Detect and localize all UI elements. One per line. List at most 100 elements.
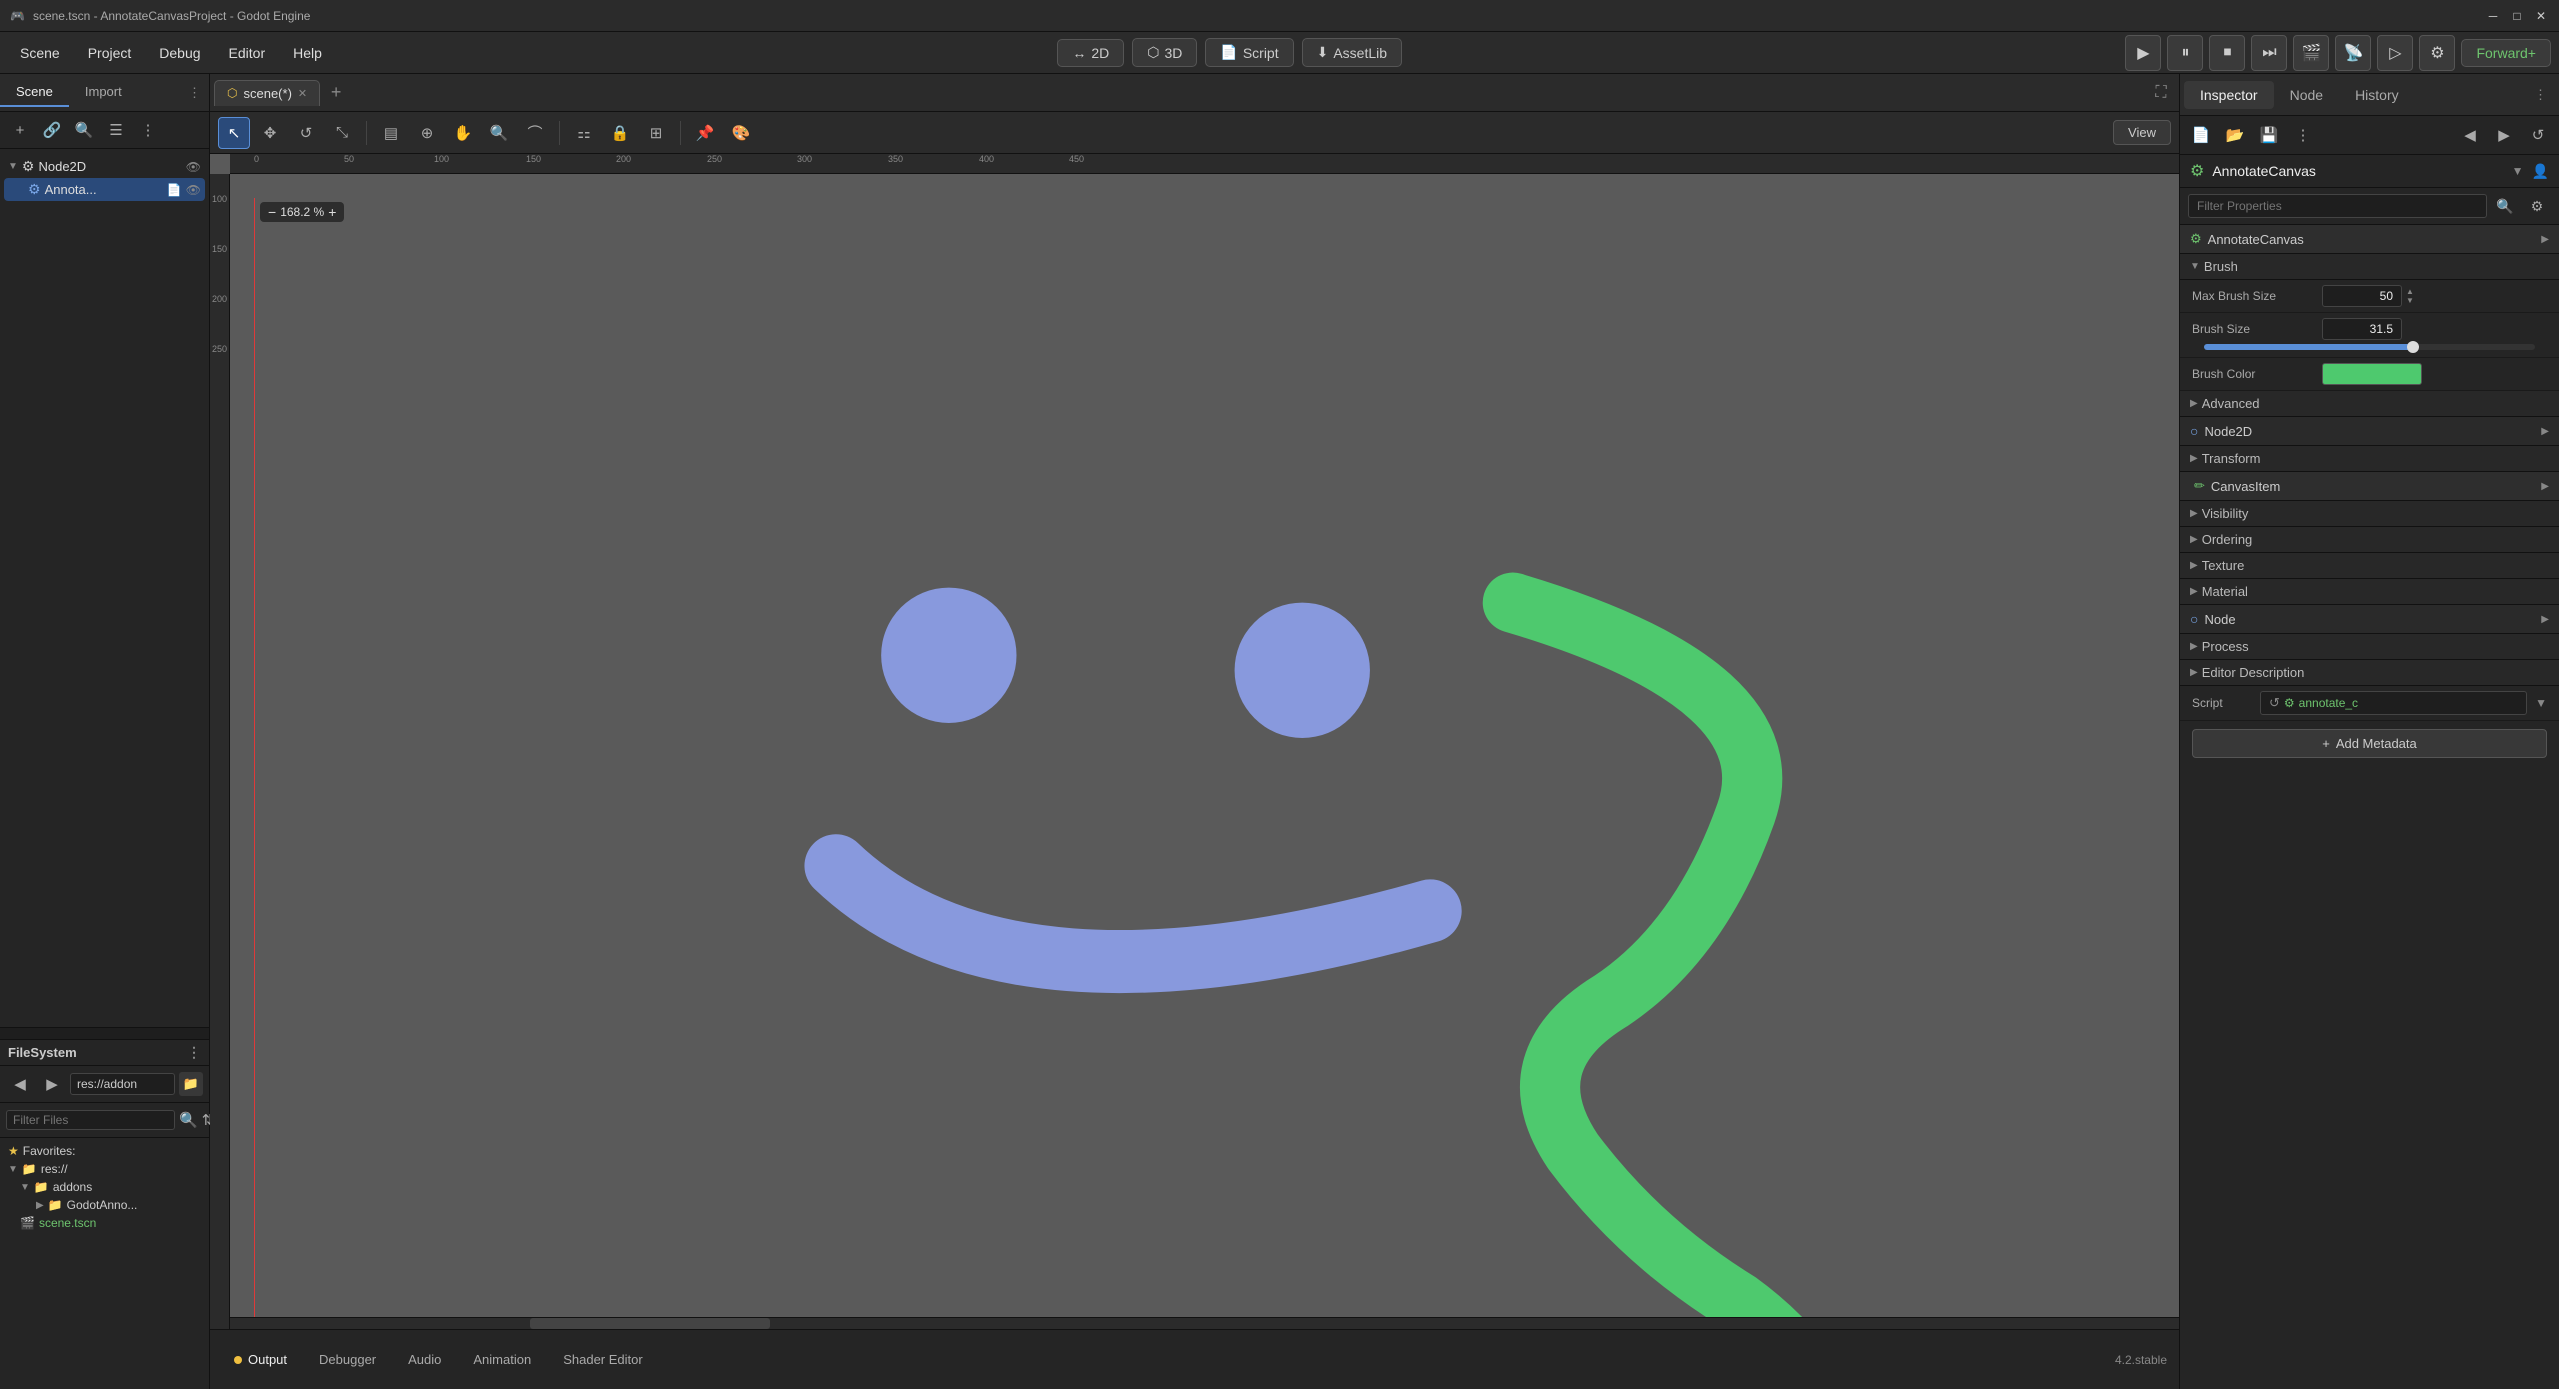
tool-snap-settings[interactable]: ⚏ xyxy=(568,117,600,149)
brush-color-swatch[interactable] xyxy=(2322,363,2422,385)
script-reload-btn[interactable]: ↺ xyxy=(2269,695,2280,711)
movie-btn[interactable]: 🎬 xyxy=(2293,35,2329,71)
fs-res[interactable]: ▼ 📁 res:// xyxy=(4,1160,205,1178)
tab-scene[interactable]: Scene xyxy=(0,78,69,107)
node-user-icon[interactable]: 👤 xyxy=(2532,163,2549,180)
zoom-out-btn[interactable]: − xyxy=(268,204,276,220)
tool-hand[interactable]: ✋ xyxy=(447,117,479,149)
canvas-tab-scene[interactable]: ⬡ scene(*) ✕ xyxy=(214,80,320,106)
close-btn[interactable]: ✕ xyxy=(2533,8,2549,24)
fs-forward-btn[interactable]: ▶ xyxy=(38,1070,66,1098)
canvas-fullscreen-btn[interactable]: ⛶ xyxy=(2147,79,2175,107)
inspector-forward-btn[interactable]: ▶ xyxy=(2489,120,2519,150)
fs-filter-input[interactable] xyxy=(6,1110,175,1130)
texture-section-header[interactable]: ▶ Texture xyxy=(2180,553,2559,579)
max-brush-size-input[interactable] xyxy=(2322,285,2402,307)
tool-select[interactable]: ↖ xyxy=(218,117,250,149)
filter-settings-btn[interactable]: ⚙ xyxy=(2523,192,2551,220)
run-current-btn[interactable]: ▷ xyxy=(2377,35,2413,71)
mode-2d-btn[interactable]: ↔ 2D xyxy=(1057,39,1124,67)
fs-addons[interactable]: ▼ 📁 addons xyxy=(4,1178,205,1196)
mode-3d-btn[interactable]: ⬡ 3D xyxy=(1132,38,1197,67)
play-btn[interactable]: ▶ xyxy=(2125,35,2161,71)
scene-panel-menu[interactable]: ⋮ xyxy=(180,79,209,107)
canvas-view[interactable]: 0 50 100 150 200 250 300 350 400 450 100… xyxy=(210,154,2179,1329)
zoom-in-btn[interactable]: + xyxy=(328,204,336,220)
spinner-down[interactable]: ▼ xyxy=(2406,297,2414,305)
brush-section-header[interactable]: ▼ Brush xyxy=(2180,254,2559,280)
canvas-tab-close[interactable]: ✕ xyxy=(298,87,307,100)
menu-debug[interactable]: Debug xyxy=(147,41,212,65)
tab-node[interactable]: Node xyxy=(2274,81,2339,109)
inspector-open-resource-btn[interactable]: 📂 xyxy=(2220,120,2250,150)
visibility-section-header[interactable]: ▶ Visibility xyxy=(2180,501,2559,527)
tree-item-node2d[interactable]: ▼ ⚙ Node2D 👁 xyxy=(4,155,205,178)
remote-debug-btn[interactable]: 📡 xyxy=(2335,35,2371,71)
view-btn[interactable]: View xyxy=(2113,120,2171,145)
pause-btn[interactable]: ⏸ xyxy=(2167,35,2203,71)
brush-size-slider[interactable] xyxy=(2204,344,2535,350)
tab-debugger[interactable]: Debugger xyxy=(307,1347,388,1372)
tool-zoom[interactable]: 🔍 xyxy=(483,117,515,149)
script-icon[interactable]: 📄 xyxy=(167,183,182,197)
tool-rotate[interactable]: ↺ xyxy=(290,117,322,149)
tool-move-all[interactable]: ✥ xyxy=(254,117,286,149)
mode-assetlib-btn[interactable]: ⬇ AssetLib xyxy=(1302,38,1402,67)
add-node-btn[interactable]: + xyxy=(6,116,34,144)
node2d-eye-icon[interactable]: 👁 xyxy=(186,160,201,174)
process-section-header[interactable]: ▶ Process xyxy=(2180,634,2559,660)
search-scene-btn[interactable]: 🔍 xyxy=(70,116,98,144)
tab-shader-editor[interactable]: Shader Editor xyxy=(551,1347,655,1372)
menu-editor[interactable]: Editor xyxy=(217,41,278,65)
tab-inspector[interactable]: Inspector xyxy=(2184,81,2274,109)
link-node-btn[interactable]: 🔗 xyxy=(38,116,66,144)
step-btn[interactable]: ⏭ xyxy=(2251,35,2287,71)
tool-anchor[interactable]: ⊕ xyxy=(411,117,443,149)
fs-search-btn[interactable]: 🔍 xyxy=(179,1106,198,1134)
annotate-canvas-section-header[interactable]: ⚙ AnnotateCanvas ▶ xyxy=(2180,225,2559,254)
inspector-more-btn[interactable]: ⋮ xyxy=(2288,120,2318,150)
inspector-panel-menu[interactable]: ⋮ xyxy=(2526,81,2555,109)
mode-script-btn[interactable]: 📄 Script xyxy=(1205,38,1293,67)
material-section-header[interactable]: ▶ Material xyxy=(2180,579,2559,605)
stop-btn[interactable]: ⏹ xyxy=(2209,35,2245,71)
tool-grid[interactable]: ⊞ xyxy=(640,117,672,149)
tab-animation[interactable]: Animation xyxy=(461,1347,543,1372)
inspector-back-btn[interactable]: ◀ xyxy=(2455,120,2485,150)
inspector-save-resource-btn[interactable]: 💾 xyxy=(2254,120,2284,150)
minimize-btn[interactable]: ─ xyxy=(2485,8,2501,24)
menu-scene[interactable]: Scene xyxy=(8,41,72,65)
tool-paint[interactable]: 🎨 xyxy=(725,117,757,149)
maximize-btn[interactable]: □ xyxy=(2509,8,2525,24)
fs-path[interactable]: res://addon xyxy=(70,1073,175,1095)
fs-back-btn[interactable]: ◀ xyxy=(6,1070,34,1098)
advanced-section-header[interactable]: ▶ Advanced xyxy=(2180,391,2559,417)
tool-lock[interactable]: 🔒 xyxy=(604,117,636,149)
canvas-hscroll[interactable] xyxy=(230,1317,2179,1329)
tab-output[interactable]: Output xyxy=(222,1347,299,1372)
editor-description-header[interactable]: ▶ Editor Description xyxy=(2180,660,2559,686)
tree-item-annotate[interactable]: ⚙ Annota... 📄 👁 xyxy=(4,178,205,201)
fs-menu-btn[interactable]: ⋮ xyxy=(187,1044,201,1061)
annotate-eye-icon[interactable]: 👁 xyxy=(186,183,201,197)
transform-section-header[interactable]: ▶ Transform xyxy=(2180,446,2559,472)
inspector-new-resource-btn[interactable]: 📄 xyxy=(2186,120,2216,150)
script-value[interactable]: ↺ ⚙ annotate_c xyxy=(2260,691,2527,715)
tab-history[interactable]: History xyxy=(2339,81,2415,109)
scene-hscroll[interactable] xyxy=(0,1027,209,1039)
tab-audio[interactable]: Audio xyxy=(396,1347,453,1372)
more-scene-btn[interactable]: ⋮ xyxy=(134,116,162,144)
tool-pin[interactable]: 📌 xyxy=(689,117,721,149)
menu-help[interactable]: Help xyxy=(281,41,334,65)
fs-scene-file[interactable]: 🎬 scene.tscn xyxy=(4,1214,205,1232)
node-dropdown-arrow[interactable]: ▼ xyxy=(2512,164,2524,178)
tab-import[interactable]: Import xyxy=(69,78,138,107)
tool-bezier[interactable]: ⌒ xyxy=(519,117,551,149)
brush-size-slider-thumb[interactable] xyxy=(2407,341,2419,353)
canvasitem-section-header[interactable]: ✏ CanvasItem ▶ xyxy=(2180,472,2559,501)
ordering-section-header[interactable]: ▶ Ordering xyxy=(2180,527,2559,553)
brush-size-input[interactable] xyxy=(2322,318,2402,340)
node-selector[interactable]: ⚙ AnnotateCanvas ▼ 👤 xyxy=(2180,155,2559,188)
filter-properties-input[interactable] xyxy=(2188,194,2487,218)
fs-godotanno[interactable]: ▶ 📁 GodotAnno... xyxy=(4,1196,205,1214)
